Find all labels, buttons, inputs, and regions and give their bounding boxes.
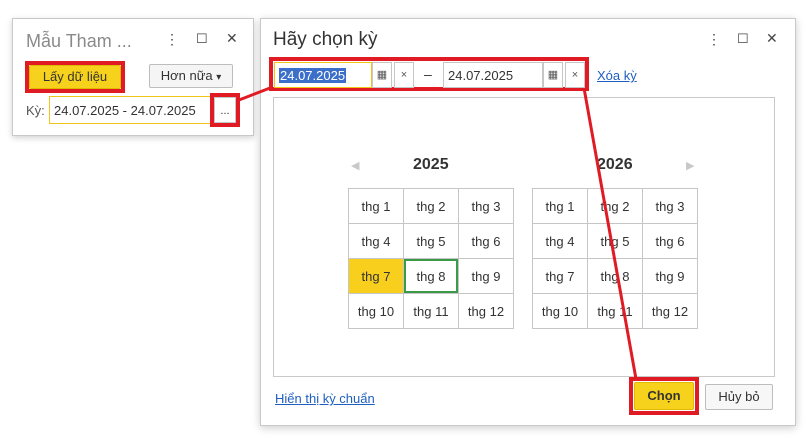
range-dash: – <box>424 66 432 82</box>
months-grid-2026: thg 1 thg 2 thg 3 thg 4 thg 5 thg 6 thg … <box>532 188 698 329</box>
select-period-button[interactable]: ... <box>214 97 236 123</box>
cancel-button[interactable]: Hủy bỏ <box>705 384 773 410</box>
start-date-value: 24.07.2025 <box>279 68 347 83</box>
period-form-window: Mẫu Tham ... ⋮ ☐ ✕ Lấy dữ liệu Hơn nữa ▾… <box>12 18 254 136</box>
month-cell[interactable]: thg 10 <box>533 294 588 329</box>
more-options-icon[interactable]: ⋮ <box>165 31 179 48</box>
month-cell[interactable]: thg 5 <box>588 224 643 259</box>
dialog-title: Hãy chọn kỳ <box>273 29 378 50</box>
get-data-button[interactable]: Lấy dữ liệu <box>29 65 121 89</box>
month-cell[interactable]: thg 4 <box>349 224 404 259</box>
month-cell[interactable]: thg 6 <box>643 224 698 259</box>
month-cell[interactable]: thg 4 <box>533 224 588 259</box>
close-icon[interactable]: ✕ <box>766 30 778 47</box>
select-period-dialog: Hãy chọn kỳ ⋮ ☐ ✕ 24.07.2025 ▦ × – 24.07… <box>260 18 796 426</box>
more-button[interactable]: Hơn nữa ▾ <box>149 64 233 88</box>
month-cell-current[interactable]: thg 8 <box>404 259 459 294</box>
clear-end-icon[interactable]: × <box>565 62 585 88</box>
month-cell[interactable]: thg 6 <box>459 224 514 259</box>
month-cell[interactable]: thg 2 <box>588 189 643 224</box>
month-cell[interactable]: thg 2 <box>404 189 459 224</box>
month-cell[interactable]: thg 9 <box>459 259 514 294</box>
chevron-down-icon: ▾ <box>216 72 222 83</box>
next-year-arrow-icon[interactable]: ▶ <box>686 159 694 172</box>
start-date-field[interactable]: 24.07.2025 <box>274 62 372 88</box>
month-cell[interactable]: thg 5 <box>404 224 459 259</box>
month-cell[interactable]: thg 9 <box>643 259 698 294</box>
month-picker-area: ◀ ▶ 2025 2026 thg 1 thg 2 thg 3 thg 4 th… <box>273 97 775 377</box>
calendar-icon[interactable]: ▦ <box>372 62 392 88</box>
choose-button[interactable]: Chọn <box>634 382 694 410</box>
show-standard-period-link[interactable]: Hiển thị kỳ chuẩn <box>275 391 375 406</box>
more-button-label: Hơn nữa <box>160 68 213 83</box>
period-label: Kỳ: <box>26 103 45 118</box>
clear-start-icon[interactable]: × <box>394 62 414 88</box>
month-cell[interactable]: thg 11 <box>404 294 459 329</box>
year-label-2026: 2026 <box>597 156 633 173</box>
prev-year-arrow-icon[interactable]: ◀ <box>351 159 359 172</box>
end-date-field[interactable]: 24.07.2025 <box>443 62 543 88</box>
period-field[interactable]: 24.07.2025 - 24.07.2025 <box>49 96 211 124</box>
month-cell[interactable]: thg 7 <box>533 259 588 294</box>
months-grid-2025: thg 1 thg 2 thg 3 thg 4 thg 5 thg 6 thg … <box>348 188 514 329</box>
month-cell[interactable]: thg 12 <box>643 294 698 329</box>
month-cell-selected[interactable]: thg 7 <box>349 259 404 294</box>
clear-period-link[interactable]: Xóa kỳ <box>597 68 637 83</box>
year-label-2025: 2025 <box>413 156 449 173</box>
month-cell[interactable]: thg 11 <box>588 294 643 329</box>
maximize-icon[interactable]: ☐ <box>737 31 749 47</box>
month-cell[interactable]: thg 12 <box>459 294 514 329</box>
maximize-icon[interactable]: ☐ <box>196 31 208 47</box>
close-icon[interactable]: ✕ <box>226 30 238 47</box>
more-options-icon[interactable]: ⋮ <box>707 31 721 48</box>
window-title: Mẫu Tham ... <box>26 31 132 51</box>
month-cell[interactable]: thg 1 <box>533 189 588 224</box>
calendar-icon[interactable]: ▦ <box>543 62 563 88</box>
month-cell[interactable]: thg 3 <box>643 189 698 224</box>
month-cell[interactable]: thg 8 <box>588 259 643 294</box>
month-cell[interactable]: thg 3 <box>459 189 514 224</box>
month-cell[interactable]: thg 10 <box>349 294 404 329</box>
month-cell[interactable]: thg 1 <box>349 189 404 224</box>
